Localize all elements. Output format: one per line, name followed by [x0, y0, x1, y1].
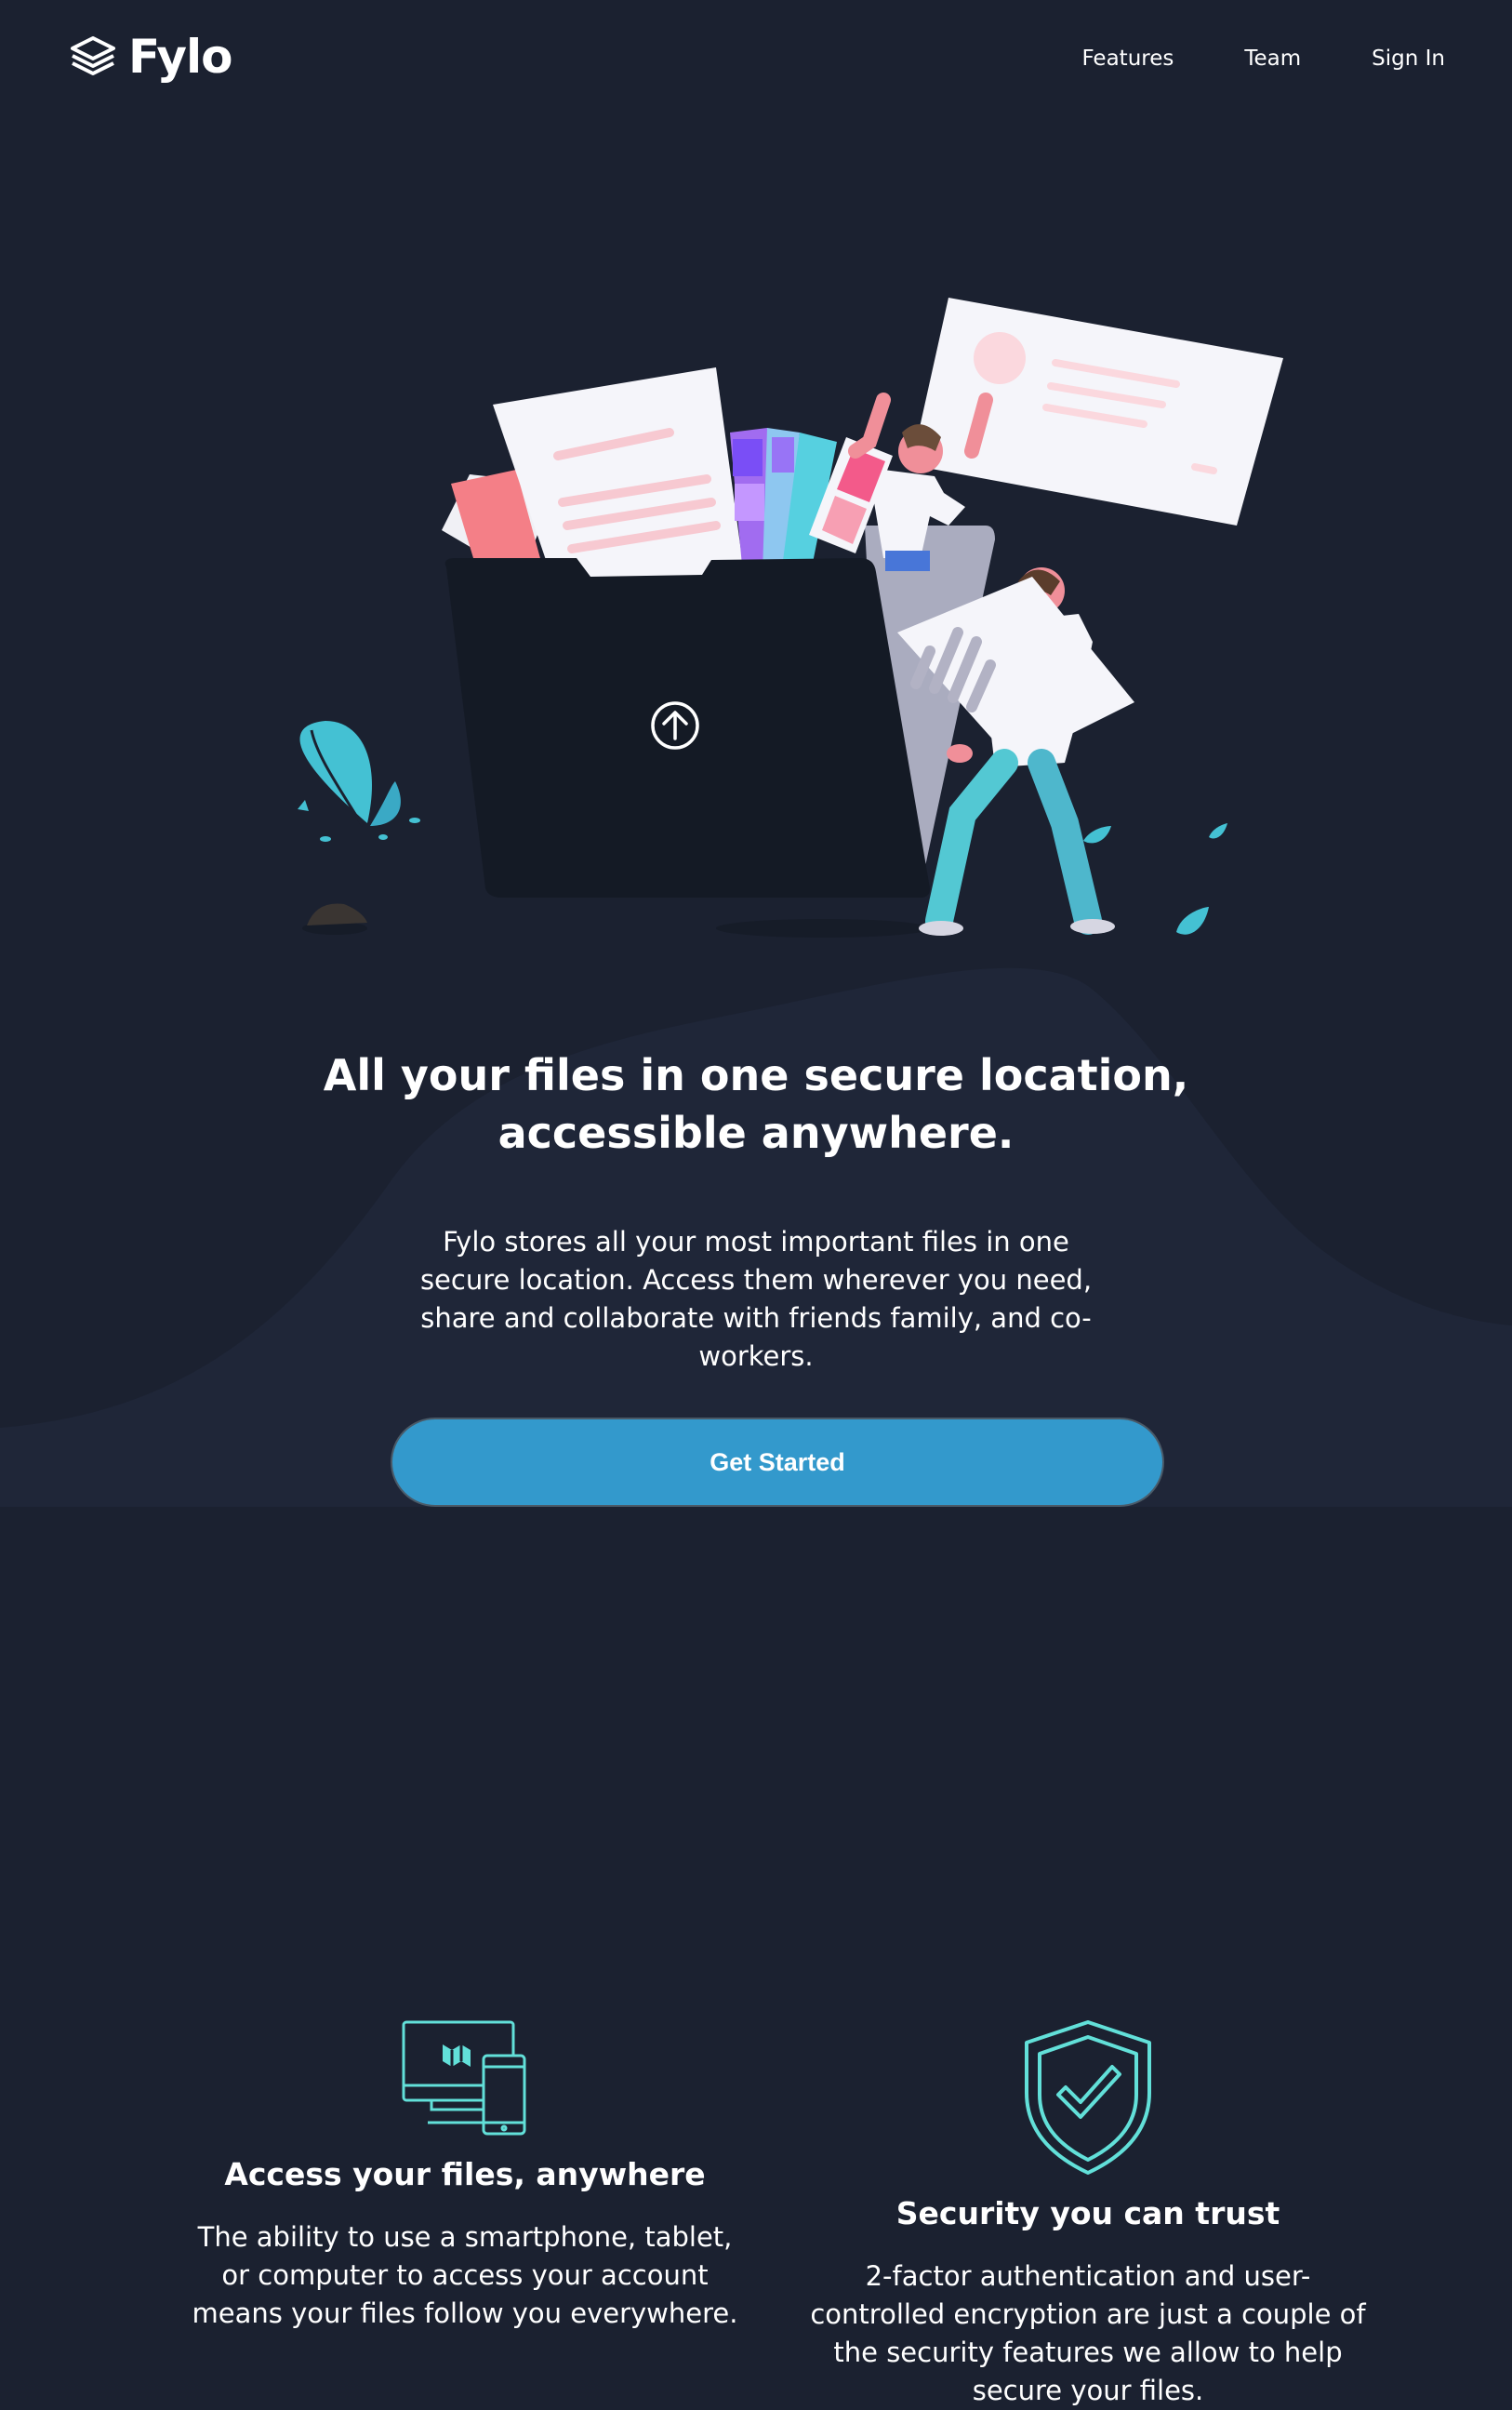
devices-icon: [402, 2020, 526, 2136]
hero-title: All your files in one secure location, a…: [279, 1046, 1233, 1162]
feature-description: 2-factor authentication and user-control…: [810, 2260, 1366, 2406]
plant-icon: [298, 721, 420, 842]
nav-sign-in[interactable]: Sign In: [1372, 47, 1445, 71]
feature-description: The ability to use a smartphone, tablet,…: [192, 2221, 738, 2329]
main-nav: Features Team Sign In: [1081, 47, 1445, 71]
feature-access-anywhere: Access your files, anywhere The ability …: [186, 2018, 744, 2333]
feature-security: Security you can trust 2-factor authenti…: [809, 2018, 1367, 2410]
hero-description: Fylo stores all your most important file…: [419, 1226, 1093, 1372]
feature-title: Security you can trust: [895, 2195, 1280, 2231]
nav-team[interactable]: Team: [1244, 47, 1301, 71]
shield-check-icon: [1025, 2020, 1151, 2175]
hero-illustration: [298, 298, 1283, 938]
hero-title-line-1: All your files in one secure location,: [323, 1050, 1189, 1100]
hero-title-line-2: accessible anywhere.: [497, 1108, 1015, 1158]
brand-logo[interactable]: Fylo: [67, 30, 233, 84]
site-header: Fylo Features Team Sign In: [0, 0, 1512, 121]
nav-features[interactable]: Features: [1081, 47, 1174, 71]
feature-title: Access your files, anywhere: [224, 2156, 706, 2192]
brand-name: Fylo: [128, 30, 233, 84]
get-started-button[interactable]: Get Started: [391, 1418, 1164, 1507]
folder-front: [444, 558, 930, 898]
person-holding-card: [848, 298, 1283, 571]
stacked-layers-icon: [71, 36, 115, 75]
